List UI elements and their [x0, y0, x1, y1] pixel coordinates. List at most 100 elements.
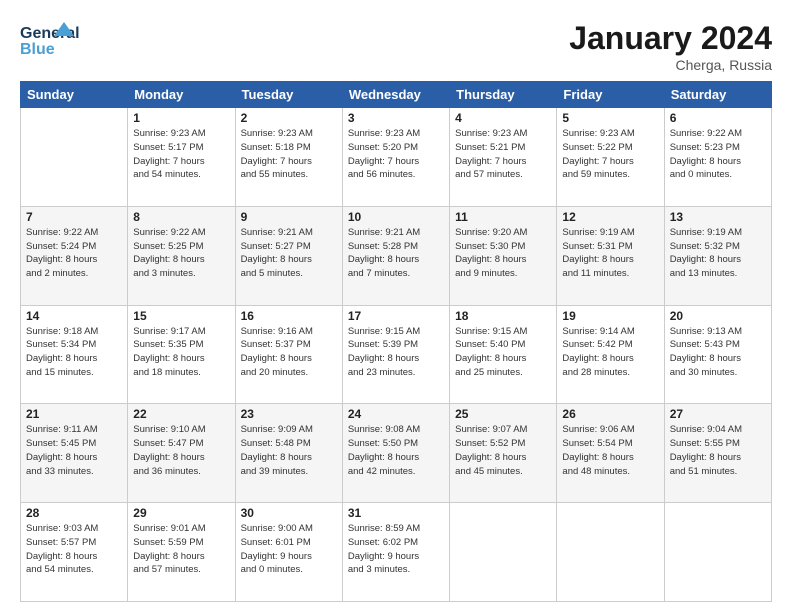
calendar-cell: 12 Sunrise: 9:19 AMSunset: 5:31 PMDayligh…	[557, 206, 664, 305]
day-number: 6	[670, 111, 766, 125]
weekday-header-sunday: Sunday	[21, 82, 128, 108]
calendar-week-row-3: 14 Sunrise: 9:18 AMSunset: 5:34 PMDayligh…	[21, 305, 772, 404]
day-number: 1	[133, 111, 229, 125]
day-info: Sunrise: 9:23 AMSunset: 5:21 PMDaylight:…	[455, 127, 551, 182]
day-number: 26	[562, 407, 658, 421]
day-number: 31	[348, 506, 444, 520]
day-number: 17	[348, 309, 444, 323]
day-info: Sunrise: 8:59 AMSunset: 6:02 PMDaylight:…	[348, 522, 444, 577]
day-number: 25	[455, 407, 551, 421]
day-number: 10	[348, 210, 444, 224]
day-number: 14	[26, 309, 122, 323]
calendar-cell: 18Sunrise: 9:15 AMSunset: 5:40 PMDayligh…	[450, 305, 557, 404]
day-number: 5	[562, 111, 658, 125]
calendar-cell: 1 Sunrise: 9:23 AMSunset: 5:17 PMDaylight…	[128, 108, 235, 207]
calendar-cell	[21, 108, 128, 207]
calendar-table: SundayMondayTuesdayWednesdayThursdayFrid…	[20, 81, 772, 602]
calendar-cell: 27 Sunrise: 9:04 AMSunset: 5:55 PMDayligh…	[664, 404, 771, 503]
day-info: Sunrise: 9:22 AMSunset: 5:25 PMDaylight:…	[133, 226, 229, 281]
day-number: 23	[241, 407, 337, 421]
calendar-cell: 20 Sunrise: 9:13 AMSunset: 5:43 PMDayligh…	[664, 305, 771, 404]
calendar-cell: 30 Sunrise: 9:00 AMSunset: 6:01 PMDayligh…	[235, 503, 342, 602]
day-info: Sunrise: 9:21 AMSunset: 5:28 PMDaylight:…	[348, 226, 444, 281]
day-info: Sunrise: 9:23 AMSunset: 5:17 PMDaylight:…	[133, 127, 229, 182]
calendar-cell: 31 Sunrise: 8:59 AMSunset: 6:02 PMDayligh…	[342, 503, 449, 602]
calendar-week-row-5: 28 Sunrise: 9:03 AMSunset: 5:57 PMDayligh…	[21, 503, 772, 602]
weekday-header-monday: Monday	[128, 82, 235, 108]
day-number: 20	[670, 309, 766, 323]
logo: General Blue	[20, 20, 80, 65]
title-section: January 2024 Cherga, Russia	[569, 20, 772, 73]
calendar-cell: 13 Sunrise: 9:19 AMSunset: 5:32 PMDayligh…	[664, 206, 771, 305]
day-number: 30	[241, 506, 337, 520]
weekday-header-friday: Friday	[557, 82, 664, 108]
day-number: 13	[670, 210, 766, 224]
day-number: 11	[455, 210, 551, 224]
day-info: Sunrise: 9:19 AMSunset: 5:31 PMDaylight:…	[562, 226, 658, 281]
weekday-header-thursday: Thursday	[450, 82, 557, 108]
day-info: Sunrise: 9:06 AMSunset: 5:54 PMDaylight:…	[562, 423, 658, 478]
calendar-cell: 7 Sunrise: 9:22 AMSunset: 5:24 PMDaylight…	[21, 206, 128, 305]
calendar-cell: 11Sunrise: 9:20 AMSunset: 5:30 PMDayligh…	[450, 206, 557, 305]
calendar-cell: 22Sunrise: 9:10 AMSunset: 5:47 PMDayligh…	[128, 404, 235, 503]
calendar-cell: 21Sunrise: 9:11 AMSunset: 5:45 PMDayligh…	[21, 404, 128, 503]
day-number: 8	[133, 210, 229, 224]
calendar-cell: 4 Sunrise: 9:23 AMSunset: 5:21 PMDaylight…	[450, 108, 557, 207]
calendar-cell: 17 Sunrise: 9:15 AMSunset: 5:39 PMDayligh…	[342, 305, 449, 404]
day-info: Sunrise: 9:04 AMSunset: 5:55 PMDaylight:…	[670, 423, 766, 478]
calendar-cell: 8 Sunrise: 9:22 AMSunset: 5:25 PMDaylight…	[128, 206, 235, 305]
weekday-header-wednesday: Wednesday	[342, 82, 449, 108]
calendar-cell: 2 Sunrise: 9:23 AMSunset: 5:18 PMDaylight…	[235, 108, 342, 207]
calendar-cell: 16Sunrise: 9:16 AMSunset: 5:37 PMDayligh…	[235, 305, 342, 404]
calendar-cell	[450, 503, 557, 602]
day-number: 7	[26, 210, 122, 224]
calendar-cell: 28 Sunrise: 9:03 AMSunset: 5:57 PMDayligh…	[21, 503, 128, 602]
day-number: 27	[670, 407, 766, 421]
day-info: Sunrise: 9:11 AMSunset: 5:45 PMDaylight:…	[26, 423, 122, 478]
day-number: 18	[455, 309, 551, 323]
day-number: 2	[241, 111, 337, 125]
day-info: Sunrise: 9:17 AMSunset: 5:35 PMDaylight:…	[133, 325, 229, 380]
page: General Blue January 2024 Cherga, Russia…	[0, 0, 792, 612]
logo-icon: General Blue	[20, 20, 80, 60]
day-number: 4	[455, 111, 551, 125]
calendar-cell: 10 Sunrise: 9:21 AMSunset: 5:28 PMDayligh…	[342, 206, 449, 305]
day-info: Sunrise: 9:00 AMSunset: 6:01 PMDaylight:…	[241, 522, 337, 577]
day-info: Sunrise: 9:08 AMSunset: 5:50 PMDaylight:…	[348, 423, 444, 478]
calendar-cell: 19Sunrise: 9:14 AMSunset: 5:42 PMDayligh…	[557, 305, 664, 404]
day-number: 16	[241, 309, 337, 323]
day-info: Sunrise: 9:13 AMSunset: 5:43 PMDaylight:…	[670, 325, 766, 380]
day-number: 9	[241, 210, 337, 224]
day-info: Sunrise: 9:15 AMSunset: 5:39 PMDaylight:…	[348, 325, 444, 380]
day-info: Sunrise: 9:22 AMSunset: 5:24 PMDaylight:…	[26, 226, 122, 281]
day-info: Sunrise: 9:09 AMSunset: 5:48 PMDaylight:…	[241, 423, 337, 478]
weekday-header-tuesday: Tuesday	[235, 82, 342, 108]
day-number: 24	[348, 407, 444, 421]
day-info: Sunrise: 9:14 AMSunset: 5:42 PMDaylight:…	[562, 325, 658, 380]
day-number: 15	[133, 309, 229, 323]
day-number: 28	[26, 506, 122, 520]
day-number: 12	[562, 210, 658, 224]
day-info: Sunrise: 9:18 AMSunset: 5:34 PMDaylight:…	[26, 325, 122, 380]
day-info: Sunrise: 9:01 AMSunset: 5:59 PMDaylight:…	[133, 522, 229, 577]
calendar-cell: 14 Sunrise: 9:18 AMSunset: 5:34 PMDayligh…	[21, 305, 128, 404]
calendar-cell: 15 Sunrise: 9:17 AMSunset: 5:35 PMDayligh…	[128, 305, 235, 404]
month-title: January 2024	[569, 20, 772, 57]
day-info: Sunrise: 9:03 AMSunset: 5:57 PMDaylight:…	[26, 522, 122, 577]
calendar-cell: 9 Sunrise: 9:21 AMSunset: 5:27 PMDaylight…	[235, 206, 342, 305]
calendar-week-row-1: 1 Sunrise: 9:23 AMSunset: 5:17 PMDaylight…	[21, 108, 772, 207]
calendar-cell: 3Sunrise: 9:23 AMSunset: 5:20 PMDaylight…	[342, 108, 449, 207]
calendar-cell: 24 Sunrise: 9:08 AMSunset: 5:50 PMDayligh…	[342, 404, 449, 503]
calendar-cell: 25Sunrise: 9:07 AMSunset: 5:52 PMDayligh…	[450, 404, 557, 503]
day-info: Sunrise: 9:23 AMSunset: 5:20 PMDaylight:…	[348, 127, 444, 182]
location: Cherga, Russia	[569, 57, 772, 73]
day-info: Sunrise: 9:21 AMSunset: 5:27 PMDaylight:…	[241, 226, 337, 281]
day-number: 22	[133, 407, 229, 421]
calendar-week-row-4: 21Sunrise: 9:11 AMSunset: 5:45 PMDayligh…	[21, 404, 772, 503]
calendar-week-row-2: 7 Sunrise: 9:22 AMSunset: 5:24 PMDaylight…	[21, 206, 772, 305]
day-info: Sunrise: 9:22 AMSunset: 5:23 PMDaylight:…	[670, 127, 766, 182]
day-info: Sunrise: 9:19 AMSunset: 5:32 PMDaylight:…	[670, 226, 766, 281]
day-info: Sunrise: 9:23 AMSunset: 5:18 PMDaylight:…	[241, 127, 337, 182]
weekday-header-saturday: Saturday	[664, 82, 771, 108]
calendar-cell: 26 Sunrise: 9:06 AMSunset: 5:54 PMDayligh…	[557, 404, 664, 503]
